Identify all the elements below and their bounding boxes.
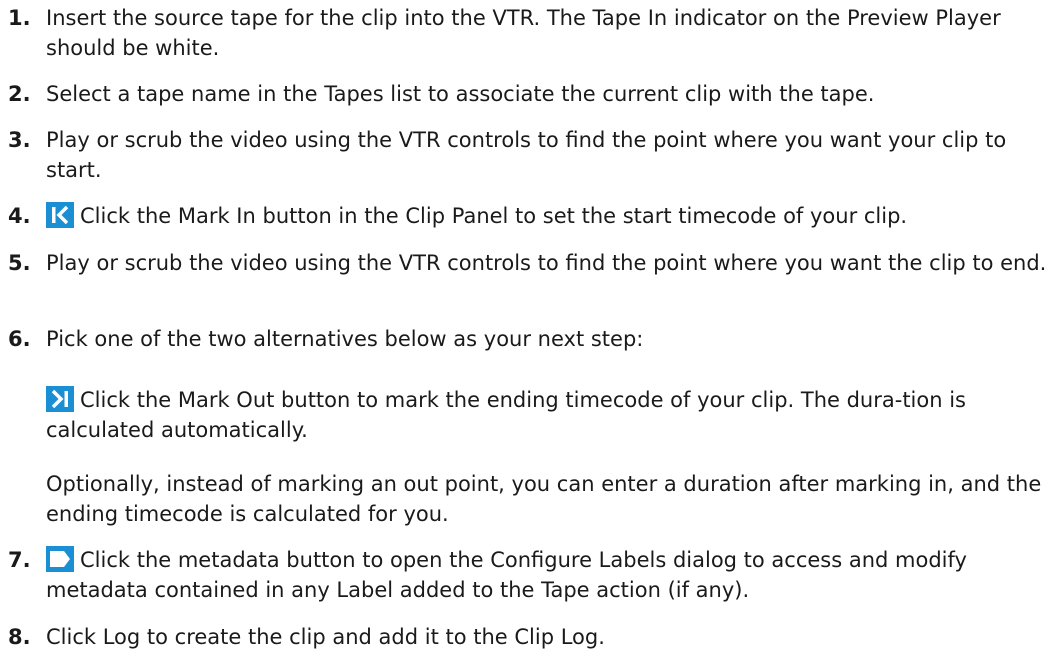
step-1: 1. Insert the source tape for the clip i…	[8, 3, 1056, 63]
step-text: Click Log to create the clip and add it …	[46, 625, 605, 649]
step-text: Select a tape name in the Tapes list to …	[46, 82, 875, 106]
mark-out-icon	[46, 386, 74, 412]
alternative-text: Click the Mark Out button to mark the en…	[46, 388, 966, 442]
step-2: 2. Select a tape name in the Tapes list …	[8, 79, 1056, 109]
step-4: 4. Click the Mark In button in the Clip …	[8, 201, 1056, 231]
step-number: 8.	[8, 625, 31, 649]
step-number: 1.	[8, 6, 31, 30]
step-number: 5.	[8, 251, 31, 275]
step-number: 4.	[8, 204, 31, 228]
metadata-icon	[46, 546, 74, 572]
step-5: 5. Play or scrub the video using the VTR…	[8, 248, 1056, 278]
alternative-text: Optionally, instead of marking an out po…	[46, 472, 1042, 526]
step-number: 7.	[8, 548, 31, 572]
mark-in-icon	[46, 202, 74, 228]
step-line: Click the metadata button to open the Co…	[46, 545, 1056, 605]
step-text: Click the Mark In button in the Clip Pan…	[80, 204, 908, 228]
step-text: Insert the source tape for the clip into…	[46, 6, 1001, 60]
step-number: 3.	[8, 128, 31, 152]
instruction-page: 1. Insert the source tape for the clip i…	[0, 0, 1058, 670]
step-text: Play or scrub the video using the VTR co…	[46, 128, 1007, 182]
step-3: 3. Play or scrub the video using the VTR…	[8, 125, 1056, 185]
step-text: Click the metadata button to open the Co…	[46, 548, 967, 602]
step-number: 6.	[8, 327, 31, 351]
alternative-1: Click the Mark Out button to mark the en…	[46, 385, 1046, 445]
step-line: Click the Mark In button in the Clip Pan…	[46, 201, 1056, 231]
step-6: 6. Pick one of the two alternatives belo…	[8, 324, 1056, 354]
step-text: Pick one of the two alternatives below a…	[46, 327, 644, 351]
step-text: Play or scrub the video using the VTR co…	[46, 251, 1047, 275]
step-number: 2.	[8, 82, 31, 106]
alternative-2: Optionally, instead of marking an out po…	[46, 469, 1046, 529]
step-8: 8. Click Log to create the clip and add …	[8, 622, 1056, 652]
step-7: 7. Click the metadata button to open the…	[8, 545, 1056, 605]
